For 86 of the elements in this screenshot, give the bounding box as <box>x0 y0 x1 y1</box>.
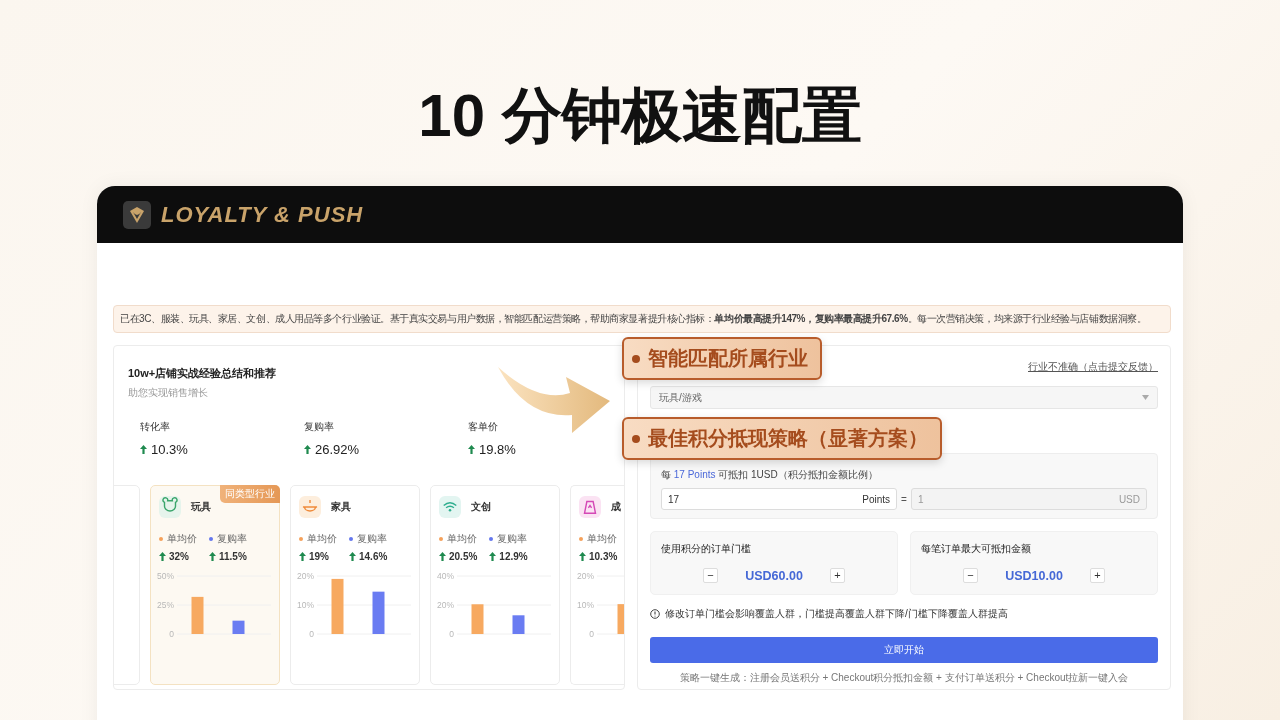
up-arrow-icon <box>439 552 446 561</box>
industry-title: 文创 <box>471 500 491 514</box>
industry-card[interactable]: 成 单均价 10.3% 0 10% 20% <box>570 485 624 685</box>
metric-value: 11.5% <box>219 551 247 562</box>
metric-label: 复购率 <box>357 532 387 546</box>
bar <box>512 615 525 634</box>
axis-label: 20% <box>577 571 594 581</box>
up-arrow-icon <box>489 552 497 561</box>
metric-label: 单均价 <box>307 532 337 546</box>
caret-icon <box>1142 395 1149 400</box>
stat-value: 26.92% <box>315 442 360 457</box>
stat-value: 10.3% <box>151 442 188 457</box>
metric-label: 单均价 <box>447 532 477 546</box>
metric-value: 14.6% <box>359 551 388 562</box>
minus-button[interactable]: − <box>963 568 978 583</box>
stat-label: 复购率 <box>304 420 335 434</box>
amount-value: USD60.00 <box>744 568 804 583</box>
axis-label: 0 <box>589 629 594 639</box>
stat-value: 19.8% <box>479 442 516 457</box>
up-arrow-icon <box>579 552 586 561</box>
plus-button[interactable]: + <box>1090 568 1105 583</box>
stepper-label: 每笔订单最大可抵扣金额 <box>921 542 1032 556</box>
industry-card[interactable]: 文创 单均价 20.5% 复购率 12.9% 0 20% 40% <box>430 485 560 685</box>
panel-title: 10w+店铺实战经验总结和推荐 <box>128 366 278 381</box>
bar <box>331 578 344 634</box>
equals-sign: = <box>901 493 907 505</box>
up-arrow-icon <box>299 552 306 561</box>
industry-title: 玩具 <box>191 500 211 514</box>
axis-label: 10% <box>297 600 314 610</box>
stat-label: 客单价 <box>468 420 499 434</box>
number-field[interactable]: 17 Points <box>661 488 898 510</box>
metric-label: 单均价 <box>167 532 197 546</box>
callout-label: 智能匹配所属行业 <box>622 337 822 380</box>
metric-value: 10.3% <box>589 551 618 562</box>
headline: 10 分钟极速配置 <box>417 81 863 151</box>
axis-label: 0 <box>309 629 314 639</box>
up-arrow-icon <box>140 445 147 454</box>
axis-label: 0 <box>169 629 174 639</box>
metric-label: 单均价 <box>587 532 617 546</box>
axis-label: 20% <box>297 571 314 581</box>
metric-label: 复购率 <box>497 532 528 546</box>
metric-value: 32% <box>169 551 189 562</box>
stepper-label: 使用积分的订单门槛 <box>661 542 752 556</box>
metric-value: 19% <box>309 551 329 562</box>
industry-card[interactable]: 家具 单均价 19% 复购率 14.6% 0 10% 20% <box>290 485 420 685</box>
bear-icon <box>159 496 181 518</box>
up-arrow-icon <box>304 445 311 454</box>
metric-value: 12.9% <box>499 551 528 562</box>
strategy-summary: 策略一键生成：注册会员送积分 + Checkout积分抵扣金额 + 支付订单送积分 + Checkout拉新一键入会 <box>678 671 1130 685</box>
up-arrow-icon <box>468 445 475 454</box>
bag-icon <box>579 496 601 518</box>
bar <box>191 596 204 634</box>
callout-label: 最佳积分抵现策略（显著方案） <box>622 417 942 460</box>
up-arrow-icon <box>209 552 216 561</box>
axis-label: 40% <box>437 571 454 581</box>
note-text: 修改订单门槛会影响覆盖人群，门槛提高覆盖人群下降/门槛下降覆盖人群提高 <box>665 607 1008 621</box>
amount-value: USD10.00 <box>1004 568 1064 583</box>
up-arrow-icon <box>159 552 166 561</box>
up-arrow-icon <box>349 552 356 561</box>
info-icon <box>650 609 660 619</box>
axis-label: 50% <box>157 571 174 581</box>
axis-label: 25% <box>157 600 174 610</box>
panel-subtitle: 助您实现销售增长 <box>128 386 209 400</box>
industry-title: 成 <box>611 500 621 514</box>
industry-badge: 同类型行业 <box>220 485 280 503</box>
plus-button[interactable]: + <box>830 568 845 583</box>
industry-select[interactable]: 玩具/游戏 <box>650 386 1158 409</box>
stat-label: 转化率 <box>140 420 171 434</box>
axis-label: 20% <box>437 600 454 610</box>
bar <box>617 604 624 634</box>
metric-value: 20.5% <box>449 551 478 562</box>
industry-title: 家具 <box>331 500 351 514</box>
feedback-link[interactable]: 行业不准确（点击提交反馈） <box>1028 360 1158 374</box>
axis-label: 0 <box>449 629 454 639</box>
start-button[interactable]: 立即开始 <box>650 637 1158 663</box>
wifi-icon <box>439 496 461 518</box>
bar <box>232 620 245 634</box>
metric-label: 复购率 <box>217 532 247 546</box>
bar <box>372 591 385 634</box>
ratio-label: 每 17 Points 可抵扣 1USD（积分抵扣金额比例） <box>661 468 879 482</box>
industry-card[interactable]: 同类型行业 玩具 单均价 32% 复购率 11.5% 0 25% 50% <box>150 485 280 685</box>
minus-button[interactable]: − <box>703 568 718 583</box>
bar <box>471 604 484 634</box>
brand-name: LOYALTY & PUSH <box>161 201 364 228</box>
axis-label: 10% <box>577 600 594 610</box>
info-banner: 已在3C、服装、玩具、家居、文创、成人用品等多个行业验证。基于真实交易与用户数据，智能匹配运营策略，帮助商家显著提升核心指标：单均价最高提升147%，复购率最高提升67.6%。每一次营销决策，均来源于行业经验与店铺数据洞察。 <box>113 305 1171 333</box>
